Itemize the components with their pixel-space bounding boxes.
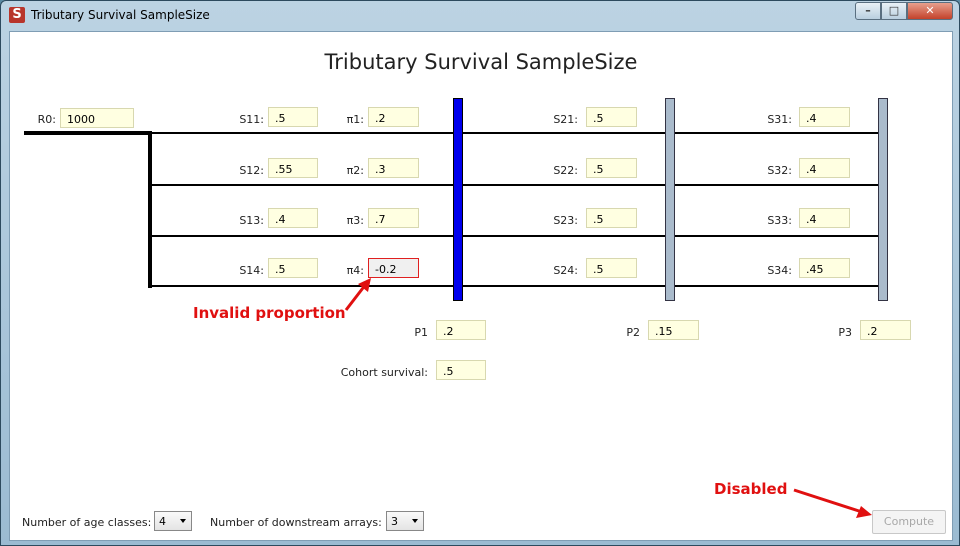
compute-button[interactable]: Compute	[872, 510, 946, 534]
age-classes-select[interactable]: 4	[154, 511, 192, 531]
title-bar[interactable]: S Tributary Survival SampleSize – □ ✕	[1, 1, 959, 29]
s34-label: S34:	[767, 264, 792, 277]
s11-label: S11:	[239, 113, 264, 126]
s14-field[interactable]: .5	[268, 258, 318, 278]
s31-field[interactable]: .4	[799, 107, 850, 127]
s21-field[interactable]: .5	[586, 107, 637, 127]
s12-label: S12:	[239, 164, 264, 177]
s31-label: S31:	[767, 113, 792, 126]
pi3-field[interactable]: .7	[368, 208, 419, 228]
p1-field[interactable]: .2	[436, 320, 486, 340]
p1-label: P1	[414, 326, 428, 339]
chevron-down-icon	[180, 519, 186, 523]
array-1-bar	[453, 98, 463, 301]
downstream-arrays-select[interactable]: 3	[386, 511, 424, 531]
p2-label: P2	[626, 326, 640, 339]
s14-label: S14:	[239, 264, 264, 277]
s23-label: S23:	[553, 214, 578, 227]
age-classes-value: 4	[159, 515, 166, 528]
r0-field[interactable]: 1000	[60, 108, 134, 128]
invalid-proportion-annotation: Invalid proportion	[193, 304, 346, 322]
window-title: Tributary Survival SampleSize	[31, 8, 210, 22]
s22-label: S22:	[553, 164, 578, 177]
s24-label: S24:	[553, 264, 578, 277]
age-classes-label: Number of age classes:	[22, 516, 152, 529]
app-window: S Tributary Survival SampleSize – □ ✕ Tr…	[0, 0, 960, 546]
branch-line	[148, 131, 152, 288]
downstream-arrays-label: Number of downstream arrays:	[210, 516, 382, 529]
s11-field[interactable]: .5	[268, 107, 318, 127]
s32-field[interactable]: .4	[799, 158, 850, 178]
river-line-4	[150, 285, 880, 287]
p3-field[interactable]: .2	[860, 320, 911, 340]
p3-label: P3	[838, 326, 852, 339]
pi2-label: π2:	[346, 164, 364, 177]
s24-field[interactable]: .5	[586, 258, 637, 278]
app-icon: S	[9, 7, 25, 23]
pi1-field[interactable]: .2	[368, 107, 419, 127]
maximize-button[interactable]: □	[881, 2, 907, 20]
disabled-arrow-icon	[793, 488, 872, 518]
minimize-button[interactable]: –	[855, 2, 881, 20]
s33-field[interactable]: .4	[799, 208, 850, 228]
s13-label: S13:	[239, 214, 264, 227]
s34-field[interactable]: .45	[799, 258, 850, 278]
river-line-1	[150, 132, 880, 134]
cohort-survival-field: .5	[436, 360, 486, 380]
river-line-2	[150, 184, 880, 186]
s33-label: S33:	[767, 214, 792, 227]
downstream-arrays-value: 3	[391, 515, 398, 528]
pi3-label: π3:	[346, 214, 364, 227]
chevron-down-icon	[412, 519, 418, 523]
s22-field[interactable]: .5	[586, 158, 637, 178]
disabled-annotation: Disabled	[714, 480, 788, 498]
close-button[interactable]: ✕	[907, 2, 953, 20]
s32-label: S32:	[767, 164, 792, 177]
array-2-bar	[665, 98, 675, 301]
r0-label: R0:	[37, 113, 56, 126]
page-title: Tributary Survival SampleSize	[324, 50, 638, 74]
release-line	[24, 131, 150, 135]
p2-field[interactable]: .15	[648, 320, 699, 340]
s21-label: S21:	[553, 113, 578, 126]
river-line-3	[150, 235, 880, 237]
main-panel: Tributary Survival SampleSize R0: 1000 S…	[9, 31, 953, 541]
cohort-survival-label: Cohort survival:	[340, 366, 428, 379]
invalid-arrow-icon	[344, 278, 371, 311]
array-3-bar	[878, 98, 888, 301]
pi4-field-invalid[interactable]: -0.2	[368, 258, 419, 278]
s23-field[interactable]: .5	[586, 208, 637, 228]
s13-field[interactable]: .4	[268, 208, 318, 228]
pi1-label: π1:	[346, 113, 364, 126]
s12-field[interactable]: .55	[268, 158, 318, 178]
pi2-field[interactable]: .3	[368, 158, 419, 178]
